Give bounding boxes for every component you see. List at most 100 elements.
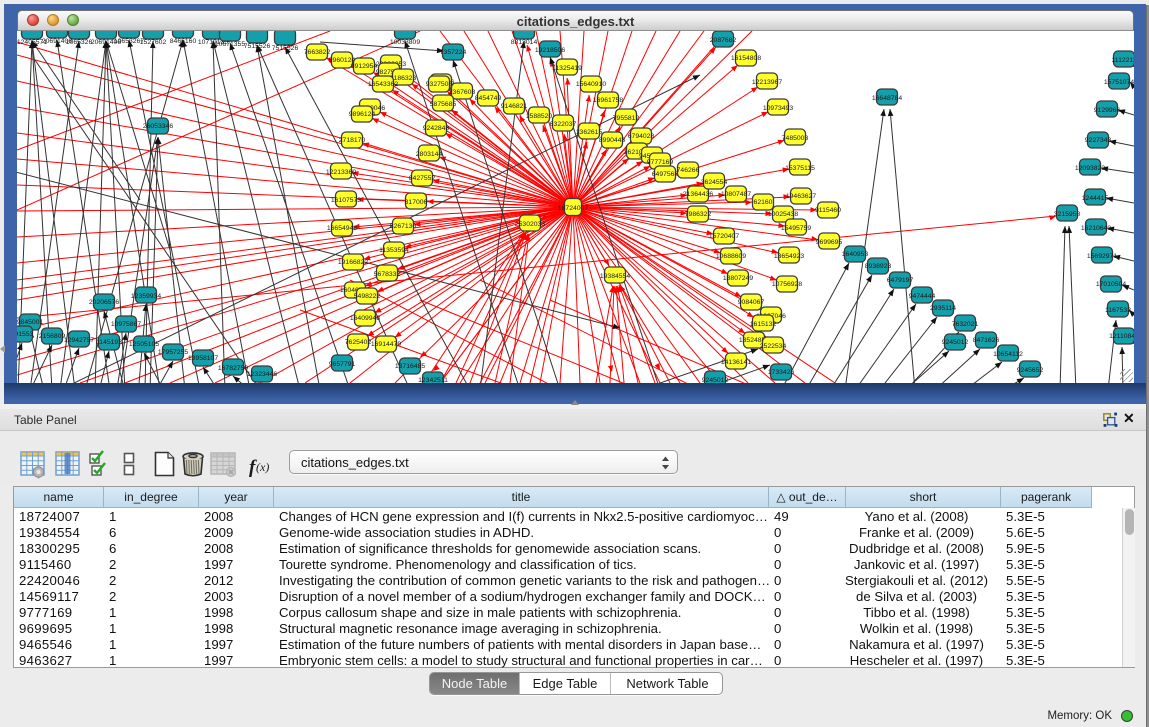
svg-text:8267130: 8267130 — [390, 223, 417, 230]
svg-text:3624554: 3624554 — [701, 179, 728, 186]
svg-text:5678332: 5678332 — [374, 271, 401, 278]
svg-text:10654112: 10654112 — [993, 351, 1023, 358]
svg-text:9146821: 9146821 — [501, 103, 528, 110]
svg-text:12213369: 12213369 — [326, 169, 356, 176]
svg-text:7632021: 7632021 — [952, 321, 979, 328]
svg-text:10756928: 10756928 — [772, 281, 802, 288]
svg-text:15720407: 15720407 — [709, 233, 739, 240]
svg-text:19463627: 19463627 — [786, 193, 816, 200]
svg-text:10975867: 10975867 — [111, 321, 141, 328]
svg-text:1640953: 1640953 — [842, 251, 869, 258]
svg-text:9777169: 9777169 — [647, 159, 674, 166]
svg-text:19218506: 19218506 — [535, 47, 565, 54]
svg-text:8912954: 8912954 — [351, 63, 378, 70]
svg-text:12342511: 12342511 — [418, 377, 448, 383]
svg-text:10671355: 10671355 — [215, 41, 245, 48]
svg-text:17010504: 17010504 — [1096, 281, 1126, 288]
svg-text:16914479: 16914479 — [371, 341, 401, 348]
svg-text:7485003: 7485003 — [782, 135, 809, 142]
svg-text:12323446: 12323446 — [247, 371, 277, 378]
svg-text:12110843: 12110843 — [1109, 333, 1134, 340]
svg-text:9245652: 9245652 — [1017, 367, 1044, 374]
svg-text:16654948: 16654948 — [327, 225, 357, 232]
svg-text:15692971: 15692971 — [1087, 253, 1117, 260]
svg-text:7663822: 7663822 — [304, 49, 331, 56]
svg-text:12093823: 12093823 — [1075, 165, 1105, 172]
svg-text:3215958: 3215958 — [1054, 211, 1081, 218]
svg-text:1362615: 1362615 — [576, 129, 603, 136]
svg-text:10973493: 10973493 — [763, 105, 793, 112]
svg-text:1244415: 1244415 — [1082, 195, 1109, 202]
svg-text:9242848: 9242848 — [423, 125, 450, 132]
svg-text:2087682: 2087682 — [710, 37, 737, 44]
svg-text:7357224: 7357224 — [440, 49, 467, 56]
svg-text:26053346: 26053346 — [143, 123, 173, 130]
svg-text:11353594: 11353594 — [379, 247, 409, 254]
svg-text:18724007: 18724007 — [558, 205, 588, 212]
svg-text:12505105: 12505105 — [129, 341, 159, 348]
svg-text:8466160: 8466160 — [170, 38, 197, 45]
svg-text:10688609: 10688609 — [716, 253, 746, 260]
svg-text:12213967: 12213967 — [752, 79, 782, 86]
svg-text:9227343: 9227343 — [1085, 137, 1112, 144]
svg-text:10025438: 10025438 — [768, 211, 798, 218]
svg-text:25302033: 25302033 — [515, 221, 545, 228]
svg-text:9845001: 9845001 — [17, 319, 43, 326]
svg-text:8813014: 8813014 — [511, 39, 538, 46]
svg-text:1112211: 1112211 — [1112, 57, 1134, 64]
svg-text:7955812: 7955812 — [613, 115, 640, 122]
svg-text:13958107: 13958107 — [188, 355, 218, 362]
svg-text:8427552: 8427552 — [409, 175, 436, 182]
svg-text:817006: 817006 — [405, 199, 428, 206]
svg-text:9245012: 9245012 — [942, 339, 969, 346]
svg-text:6322037: 6322037 — [550, 121, 577, 128]
svg-text:7986322: 7986322 — [685, 211, 712, 218]
svg-text:1167533: 1167533 — [1105, 307, 1131, 314]
svg-text:2156809: 2156809 — [39, 333, 66, 340]
svg-text:18807249: 18807249 — [723, 275, 753, 282]
svg-text:12942757: 12942757 — [64, 337, 94, 344]
svg-text:6794028: 6794028 — [628, 133, 655, 140]
svg-text:8990443: 8990443 — [599, 137, 626, 144]
svg-text:9115460: 9115460 — [815, 207, 841, 214]
svg-text:15495759: 15495759 — [781, 225, 811, 232]
svg-text:1588520: 1588520 — [526, 113, 553, 120]
svg-text:9474444: 9474444 — [909, 293, 936, 300]
svg-text:16154808: 16154808 — [731, 55, 761, 62]
svg-text:7515526: 7515526 — [272, 45, 299, 52]
svg-text:8454749: 8454749 — [475, 95, 502, 102]
svg-text:16409948: 16409948 — [350, 315, 380, 322]
svg-text:8938923: 8938923 — [865, 263, 892, 270]
svg-text:16648784: 16648784 — [872, 95, 902, 102]
svg-text:9699695: 9699695 — [816, 239, 843, 246]
svg-text:10033809: 10033809 — [390, 39, 420, 46]
svg-text:16782759: 16782759 — [218, 365, 248, 372]
svg-text:16107573: 16107573 — [331, 197, 361, 204]
svg-text:7625402: 7625402 — [345, 339, 372, 346]
svg-text:746266: 746266 — [677, 167, 700, 174]
svg-text:6497568: 6497568 — [652, 171, 679, 178]
svg-text:2803144: 2803144 — [416, 151, 443, 158]
svg-text:8471626: 8471626 — [973, 337, 1000, 344]
svg-text:13654923: 13654923 — [774, 253, 804, 260]
svg-text:9084067: 9084067 — [738, 299, 765, 306]
svg-text:2718170: 2718170 — [339, 137, 366, 144]
svg-text:17957255: 17957255 — [158, 349, 188, 356]
svg-text:5875685: 5875685 — [430, 101, 457, 108]
svg-text:16543362: 16543362 — [368, 81, 398, 88]
svg-text:19384554: 19384554 — [600, 273, 630, 280]
svg-text:5498222: 5498222 — [354, 293, 381, 300]
svg-text:(x): (x) — [256, 460, 269, 474]
svg-text:7515526: 7515526 — [244, 43, 271, 50]
svg-text:1615132: 1615132 — [750, 321, 777, 328]
svg-text:13716485: 13716485 — [395, 363, 425, 370]
svg-text:15751074: 15751074 — [1104, 79, 1134, 86]
svg-text:12359934: 12359934 — [131, 293, 161, 300]
svg-text:11325419: 11325419 — [552, 65, 582, 72]
svg-text:1065326: 1065326 — [66, 39, 93, 46]
svg-text:6479197: 6479197 — [887, 277, 914, 284]
svg-text:391553: 391553 — [17, 331, 34, 338]
svg-text:9245012: 9245012 — [702, 377, 729, 383]
svg-text:62160: 62160 — [754, 199, 773, 206]
svg-text:15640910: 15640910 — [576, 81, 606, 88]
